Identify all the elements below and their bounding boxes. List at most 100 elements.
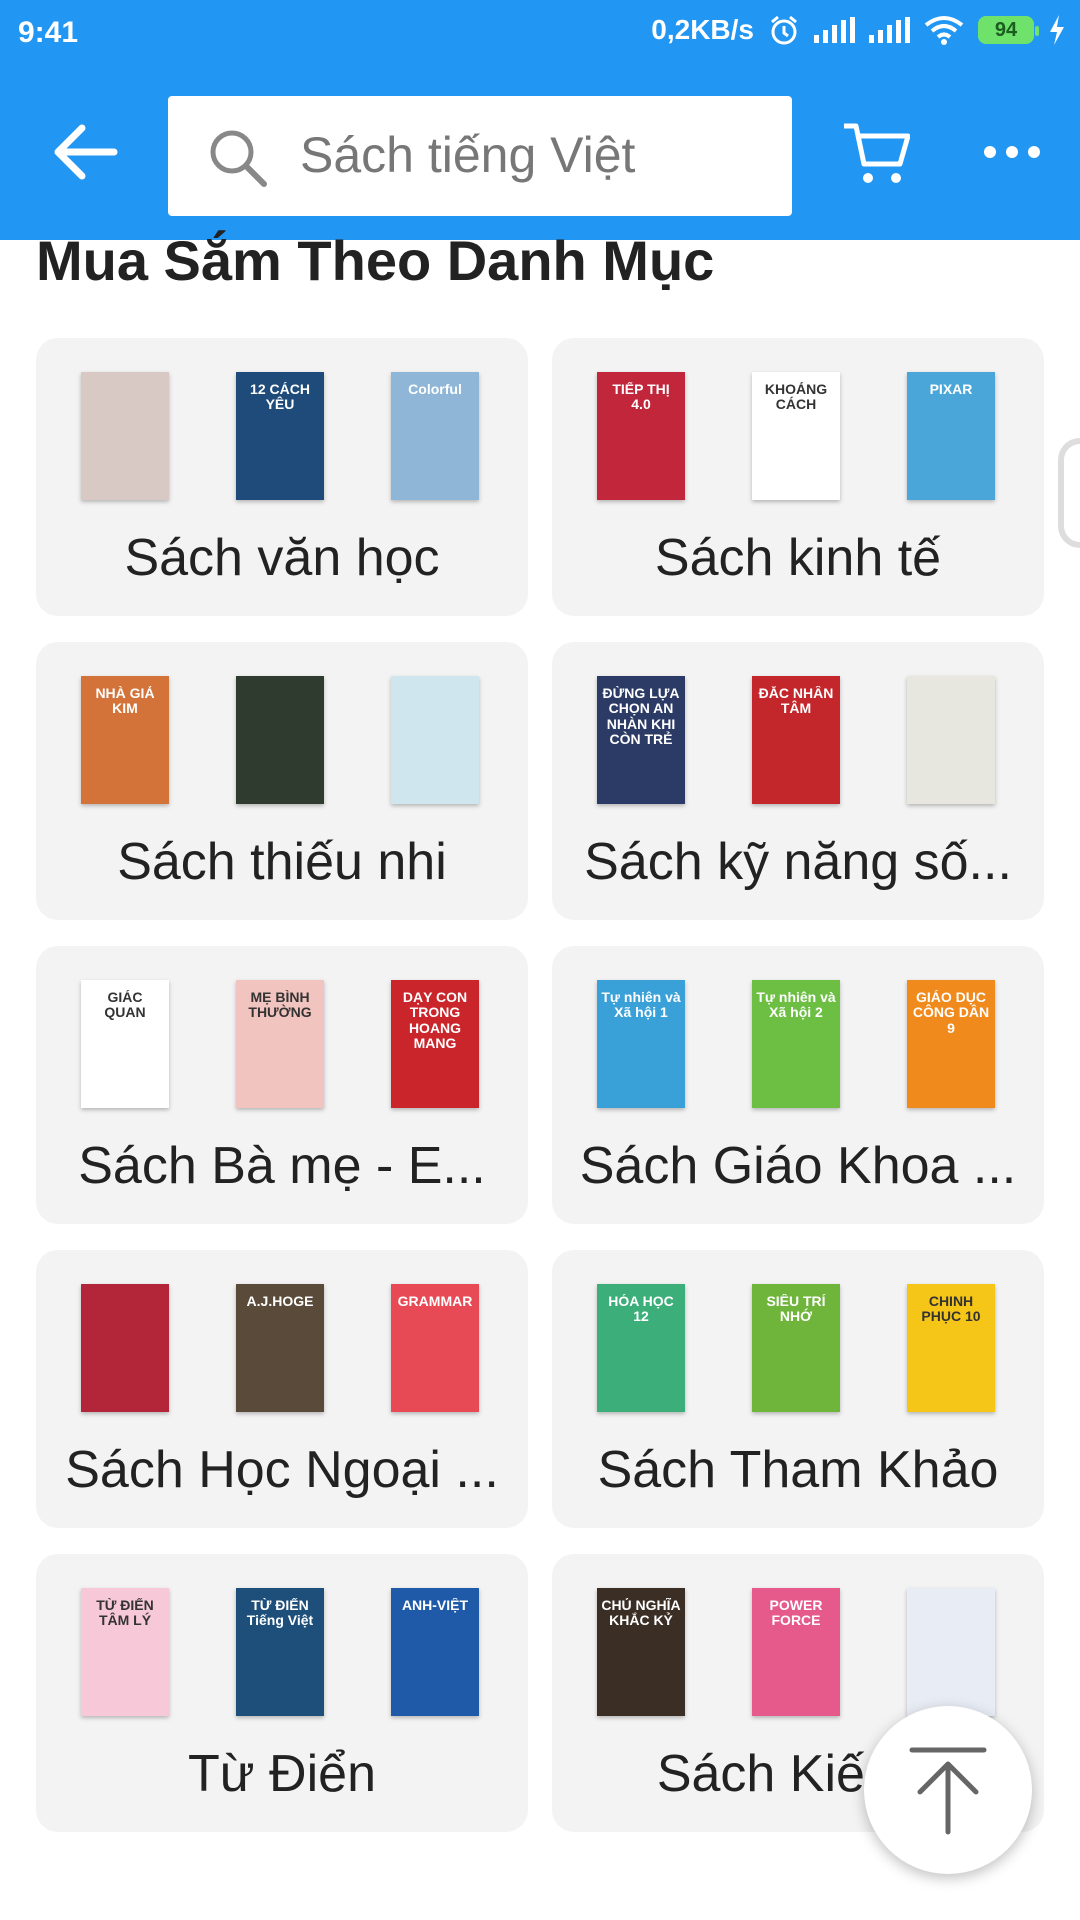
book-cover: PIXAR bbox=[907, 372, 995, 500]
book-cover-title: ĐẮC NHÂN TÂM bbox=[758, 686, 834, 717]
book-cover-title: Colorful bbox=[408, 382, 462, 397]
book-cover-title: TỪ ĐIỂN Tiếng Việt bbox=[246, 1598, 314, 1629]
search-icon bbox=[210, 130, 267, 187]
category-card[interactable]: 12 CÁCH YÊU Colorful Sách văn học bbox=[36, 338, 528, 616]
book-cover bbox=[81, 372, 169, 500]
book-cover: TIẾP THỊ 4.0 bbox=[597, 372, 685, 500]
book-cover-title: TIẾP THỊ 4.0 bbox=[612, 382, 670, 413]
network-speed: 0,2KB/s bbox=[651, 14, 754, 45]
book-cover-title: KHOẢNG CÁCH bbox=[764, 382, 828, 413]
book-cover-title: GRAMMAR bbox=[397, 1294, 473, 1309]
top-app-bar: Sách tiếng Việt bbox=[0, 72, 1080, 240]
book-cover: GIÁO DỤC CÔNG DÂN 9 bbox=[907, 980, 995, 1108]
book-covers: HÓA HỌC 12 SIÊU TRÍ NHỚ CHINH PHỤC 10 bbox=[552, 1284, 1044, 1414]
book-cover-title: TỪ ĐIỂN TÂM LÝ bbox=[96, 1598, 154, 1629]
book-cover-title: Tự nhiên và Xã hội 1 bbox=[601, 990, 681, 1021]
more-horizontal-icon[interactable] bbox=[984, 146, 1040, 158]
book-covers: NHÀ GIẢ KIM bbox=[36, 676, 528, 806]
book-cover bbox=[81, 1284, 169, 1412]
category-label: Sách kỹ năng số... bbox=[584, 833, 1012, 891]
book-cover: Colorful bbox=[391, 372, 479, 500]
book-cover-title: CHỦ NGHĨA KHẮC KỶ bbox=[601, 1598, 681, 1629]
book-cover: NHÀ GIẢ KIM bbox=[81, 676, 169, 804]
arrow-left-icon[interactable] bbox=[52, 122, 118, 182]
book-cover: CHỦ NGHĨA KHẮC KỶ bbox=[597, 1588, 685, 1716]
cart-icon[interactable] bbox=[842, 120, 910, 186]
book-covers: TIẾP THỊ 4.0 KHOẢNG CÁCH PIXAR bbox=[552, 372, 1044, 502]
battery-icon: 94 bbox=[978, 16, 1039, 44]
book-cover: A.J.HOGE bbox=[236, 1284, 324, 1412]
book-covers: Tự nhiên và Xã hội 1 Tự nhiên và Xã hội 2… bbox=[552, 980, 1044, 1110]
book-cover: Tự nhiên và Xã hội 1 bbox=[597, 980, 685, 1108]
book-cover-title: DẠY CON TRONG HOANG MANG bbox=[402, 990, 468, 1052]
category-card[interactable]: Tự nhiên và Xã hội 1 Tự nhiên và Xã hội 2… bbox=[552, 946, 1044, 1224]
book-cover: MẸ BÌNH THƯỜNG bbox=[236, 980, 324, 1108]
clock: 9:41 bbox=[18, 16, 79, 49]
battery-level: 94 bbox=[994, 18, 1018, 41]
section-title: Mua Sắm Theo Danh Mục bbox=[36, 229, 715, 292]
book-cover-title: ĐỪNG LỰA CHỌN AN NHÀN KHI CÒN TRẺ bbox=[602, 686, 680, 748]
book-cover-title: HÓA HỌC 12 bbox=[608, 1294, 674, 1325]
book-cover bbox=[907, 1588, 995, 1716]
category-card[interactable]: HÓA HỌC 12 SIÊU TRÍ NHỚ CHINH PHỤC 10 Sách … bbox=[552, 1250, 1044, 1528]
category-label: Từ Điển bbox=[188, 1745, 376, 1803]
book-cover-title: POWER FORCE bbox=[769, 1598, 823, 1629]
book-cover-title: NHÀ GIẢ KIM bbox=[95, 686, 155, 717]
book-cover: GIÁC QUAN bbox=[81, 980, 169, 1108]
book-covers: CHỦ NGHĨA KHẮC KỶ POWER FORCE bbox=[552, 1588, 1044, 1718]
book-cover: TỪ ĐIỂN Tiếng Việt bbox=[236, 1588, 324, 1716]
side-scroll-handle[interactable] bbox=[1058, 438, 1080, 548]
signal-icon bbox=[814, 17, 855, 43]
book-cover: POWER FORCE bbox=[752, 1588, 840, 1716]
book-cover: CHINH PHỤC 10 bbox=[907, 1284, 995, 1412]
book-cover-title: ANH-VIỆT bbox=[401, 1598, 469, 1613]
category-label: Sách thiếu nhi bbox=[117, 833, 447, 891]
arrow-up-to-top-icon bbox=[909, 1747, 987, 1835]
book-cover: ĐẮC NHÂN TÂM bbox=[752, 676, 840, 804]
charging-icon bbox=[1050, 15, 1064, 45]
book-cover-title: 12 CÁCH YÊU bbox=[250, 382, 310, 413]
book-cover bbox=[907, 676, 995, 804]
signal-icon bbox=[869, 17, 910, 43]
category-card[interactable]: NHÀ GIẢ KIM Sách thiếu nhi bbox=[36, 642, 528, 920]
book-cover-title: CHINH PHỤC 10 bbox=[921, 1294, 981, 1325]
book-cover: Tự nhiên và Xã hội 2 bbox=[752, 980, 840, 1108]
book-cover: ANH-VIỆT bbox=[391, 1588, 479, 1716]
category-card[interactable]: ĐỪNG LỰA CHỌN AN NHÀN KHI CÒN TRẺ ĐẮC NHÂ… bbox=[552, 642, 1044, 920]
book-cover-title: PIXAR bbox=[929, 382, 973, 397]
category-card[interactable]: A.J.HOGE GRAMMAR Sách Học Ngoại ... bbox=[36, 1250, 528, 1528]
book-cover-title: A.J.HOGE bbox=[246, 1294, 314, 1309]
book-cover-title: SIÊU TRÍ NHỚ bbox=[766, 1294, 826, 1325]
category-card[interactable]: GIÁC QUAN MẸ BÌNH THƯỜNG DẠY CON TRONG HOA… bbox=[36, 946, 528, 1224]
book-cover: HÓA HỌC 12 bbox=[597, 1284, 685, 1412]
book-cover: ĐỪNG LỰA CHỌN AN NHÀN KHI CÒN TRẺ bbox=[597, 676, 685, 804]
book-cover: 12 CÁCH YÊU bbox=[236, 372, 324, 500]
search-placeholder: Sách tiếng Việt bbox=[300, 127, 636, 183]
book-cover: SIÊU TRÍ NHỚ bbox=[752, 1284, 840, 1412]
scroll-to-top-button[interactable] bbox=[864, 1706, 1032, 1874]
book-covers: A.J.HOGE GRAMMAR bbox=[36, 1284, 528, 1414]
category-card[interactable]: TỪ ĐIỂN TÂM LÝ TỪ ĐIỂN Tiếng Việt ANH-VIỆT… bbox=[36, 1554, 528, 1832]
category-card[interactable]: TIẾP THỊ 4.0 KHOẢNG CÁCH PIXAR Sách kinh tế bbox=[552, 338, 1044, 616]
category-label: Sách Giáo Khoa ... bbox=[579, 1137, 1017, 1195]
wifi-icon bbox=[924, 16, 964, 45]
search-input[interactable]: Sách tiếng Việt bbox=[168, 96, 792, 216]
status-bar: 9:41 0,2KB/s 94 bbox=[0, 0, 1080, 72]
category-label: Sách văn học bbox=[124, 529, 440, 587]
book-covers: ĐỪNG LỰA CHỌN AN NHÀN KHI CÒN TRẺ ĐẮC NHÂ… bbox=[552, 676, 1044, 806]
category-label: Sách Bà mẹ - E... bbox=[78, 1137, 486, 1195]
alarm-icon bbox=[771, 15, 797, 45]
book-cover-title: MẸ BÌNH THƯỜNG bbox=[248, 990, 312, 1021]
book-cover: TỪ ĐIỂN TÂM LÝ bbox=[81, 1588, 169, 1716]
book-covers: GIÁC QUAN MẸ BÌNH THƯỜNG DẠY CON TRONG HOA… bbox=[36, 980, 528, 1110]
book-covers: TỪ ĐIỂN TÂM LÝ TỪ ĐIỂN Tiếng Việt ANH-VIỆT bbox=[36, 1588, 528, 1718]
book-cover: DẠY CON TRONG HOANG MANG bbox=[391, 980, 479, 1108]
category-label: Sách Tham Khảo bbox=[597, 1441, 999, 1499]
book-cover: KHOẢNG CÁCH bbox=[752, 372, 840, 500]
book-cover-title: GIÁC QUAN bbox=[104, 990, 146, 1021]
book-covers: 12 CÁCH YÊU Colorful bbox=[36, 372, 528, 502]
book-cover: GRAMMAR bbox=[391, 1284, 479, 1412]
book-cover bbox=[236, 676, 324, 804]
category-label: Sách kinh tế bbox=[654, 529, 942, 587]
book-cover-title: Tự nhiên và Xã hội 2 bbox=[756, 990, 836, 1021]
